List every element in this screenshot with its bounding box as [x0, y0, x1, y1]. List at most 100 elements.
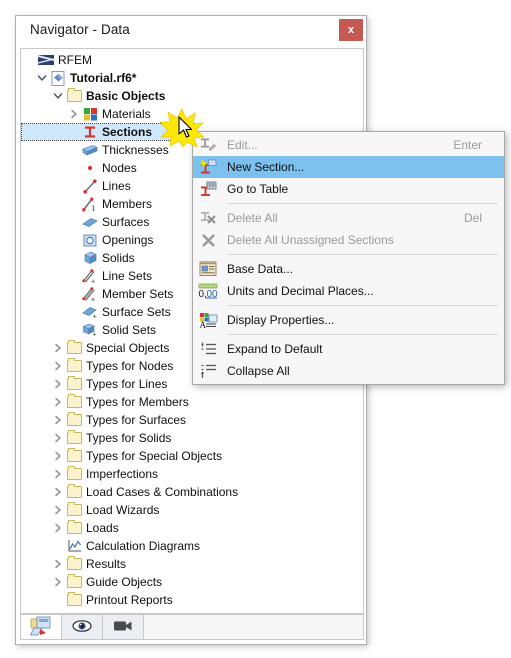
- tree-item-label: Sections: [102, 125, 153, 139]
- folder-icon: [65, 465, 83, 483]
- tree-item-label: Openings: [102, 233, 154, 247]
- go-to-table-icon: [197, 179, 219, 199]
- display-properties-icon: A: [197, 310, 219, 330]
- tree-item-guide-objects[interactable]: Guide Objects: [21, 573, 363, 591]
- collapse-all-icon: [197, 361, 219, 381]
- folder-icon: [65, 87, 83, 105]
- tree-item-types-for-members[interactable]: Types for Members: [21, 393, 363, 411]
- tree-item-label: Solid Sets: [102, 323, 157, 337]
- tree-item-label: Load Wizards: [86, 503, 160, 517]
- folder-icon: [65, 483, 83, 501]
- tree-item-label: Imperfections: [86, 467, 159, 481]
- menu-item-display-properties[interactable]: A Display Properties...: [193, 309, 504, 331]
- folder-icon: [65, 357, 83, 375]
- chevron-right-icon[interactable]: [51, 501, 65, 519]
- tree-item-sections[interactable]: Sections: [21, 123, 195, 141]
- menu-separator: [227, 203, 498, 204]
- tree-item-basic-objects[interactable]: Basic Objects: [21, 87, 363, 105]
- folder-icon: [65, 519, 83, 537]
- chevron-right-icon[interactable]: [51, 555, 65, 573]
- chevron-right-icon[interactable]: [51, 357, 65, 375]
- chevron-right-icon[interactable]: [51, 339, 65, 357]
- chevron-right-icon[interactable]: [51, 375, 65, 393]
- tree-item-label: Materials: [102, 107, 151, 121]
- solid-set-icon: +: [81, 321, 99, 339]
- svg-text:+: +: [91, 278, 95, 284]
- menu-item-shortcut: Del: [463, 211, 482, 225]
- chevron-right-icon[interactable]: [51, 411, 65, 429]
- menu-item-edit: Edit... Enter: [193, 134, 504, 156]
- menu-separator: [227, 305, 498, 306]
- chevron-right-icon[interactable]: [51, 519, 65, 537]
- chevron-right-icon[interactable]: [51, 483, 65, 501]
- menu-item-label: Go to Table: [227, 182, 289, 196]
- chevron-right-icon[interactable]: [51, 447, 65, 465]
- chevron-down-icon[interactable]: [51, 87, 65, 105]
- chevron-right-icon[interactable]: [67, 105, 81, 123]
- chevron-right-icon[interactable]: [51, 393, 65, 411]
- tree-item-types-for-surfaces[interactable]: Types for Surfaces: [21, 411, 363, 429]
- menu-separator: [227, 334, 498, 335]
- menu-item-units-and-decimal-places[interactable]: 0, 00 Units and Decimal Places...: [193, 280, 504, 302]
- menu-item-label: Display Properties...: [227, 313, 335, 327]
- tree-item-load-wizards[interactable]: Load Wizards: [21, 501, 363, 519]
- menu-item-label: Units and Decimal Places...: [227, 284, 374, 298]
- tree-item-label: Line Sets: [102, 269, 153, 283]
- navigator-tab-strip: [20, 614, 364, 640]
- tree-item-materials[interactable]: Materials: [21, 105, 363, 123]
- delete-unassigned-icon: [197, 230, 219, 250]
- tree-item-tutorial-rf6[interactable]: Tutorial.rf6*: [21, 69, 363, 87]
- tree-item-calculation-diagrams[interactable]: Calculation Diagrams: [21, 537, 363, 555]
- menu-item-go-to-table[interactable]: Go to Table: [193, 178, 504, 200]
- menu-item-label: Delete All: [227, 211, 278, 225]
- folder-icon: [65, 429, 83, 447]
- delete-all-icon: [197, 208, 219, 228]
- tree-item-label: Types for Lines: [86, 377, 168, 391]
- tree-item-results[interactable]: Results: [21, 555, 363, 573]
- svg-text:+: +: [91, 296, 95, 302]
- svg-text:+: +: [93, 313, 97, 319]
- close-icon: x: [347, 24, 355, 36]
- tree-item-label: Solids: [102, 251, 135, 265]
- folder-icon: [65, 375, 83, 393]
- svg-text:+: +: [93, 332, 97, 338]
- new-section-icon: [197, 157, 219, 177]
- menu-item-label: New Section...: [227, 160, 305, 174]
- camera-icon: [113, 619, 133, 635]
- rfem-flag-icon: [37, 51, 55, 69]
- chevron-right-icon[interactable]: [51, 465, 65, 483]
- data-navigator-icon: [29, 616, 52, 639]
- menu-item-expand-to-default[interactable]: Expand to Default: [193, 338, 504, 360]
- navigator-display-tab[interactable]: [62, 615, 103, 639]
- chevron-right-icon[interactable]: [51, 573, 65, 591]
- menu-item-collapse-all[interactable]: Collapse All: [193, 360, 504, 382]
- edit-section-icon: [197, 135, 219, 155]
- tree-item-label: Types for Members: [86, 395, 189, 409]
- tree-item-printout-reports[interactable]: Printout Reports: [21, 591, 363, 609]
- tree-item-load-cases-combinations[interactable]: Load Cases & Combinations: [21, 483, 363, 501]
- menu-item-new-section[interactable]: New Section...: [193, 156, 504, 178]
- tree-item-label: Loads: [86, 521, 119, 535]
- tree-item-rfem[interactable]: RFEM: [21, 51, 363, 69]
- menu-item-base-data[interactable]: Base Data...: [193, 258, 504, 280]
- tree-item-label: Printout Reports: [86, 593, 173, 607]
- menu-item-label: Edit...: [227, 138, 258, 152]
- chevron-right-icon[interactable]: [51, 429, 65, 447]
- window-title: Navigator - Data: [30, 22, 130, 37]
- tree-item-label: Guide Objects: [86, 575, 163, 589]
- tree-item-loads[interactable]: Loads: [21, 519, 363, 537]
- member-set-icon: +: [81, 285, 99, 303]
- navigator-data-tab[interactable]: [21, 615, 62, 639]
- tree-item-imperfections[interactable]: Imperfections: [21, 465, 363, 483]
- close-button[interactable]: x: [339, 19, 363, 41]
- materials-icon: [81, 105, 99, 123]
- tree-item-label: Types for Special Objects: [86, 449, 223, 463]
- expand-default-icon: [197, 339, 219, 359]
- tree-item-label: Calculation Diagrams: [86, 539, 201, 553]
- navigator-views-tab[interactable]: [103, 615, 144, 639]
- eye-icon: [72, 619, 92, 636]
- folder-icon: [65, 411, 83, 429]
- tree-item-types-for-special-objects[interactable]: Types for Special Objects: [21, 447, 363, 465]
- tree-item-types-for-solids[interactable]: Types for Solids: [21, 429, 363, 447]
- chevron-down-icon[interactable]: [35, 69, 49, 87]
